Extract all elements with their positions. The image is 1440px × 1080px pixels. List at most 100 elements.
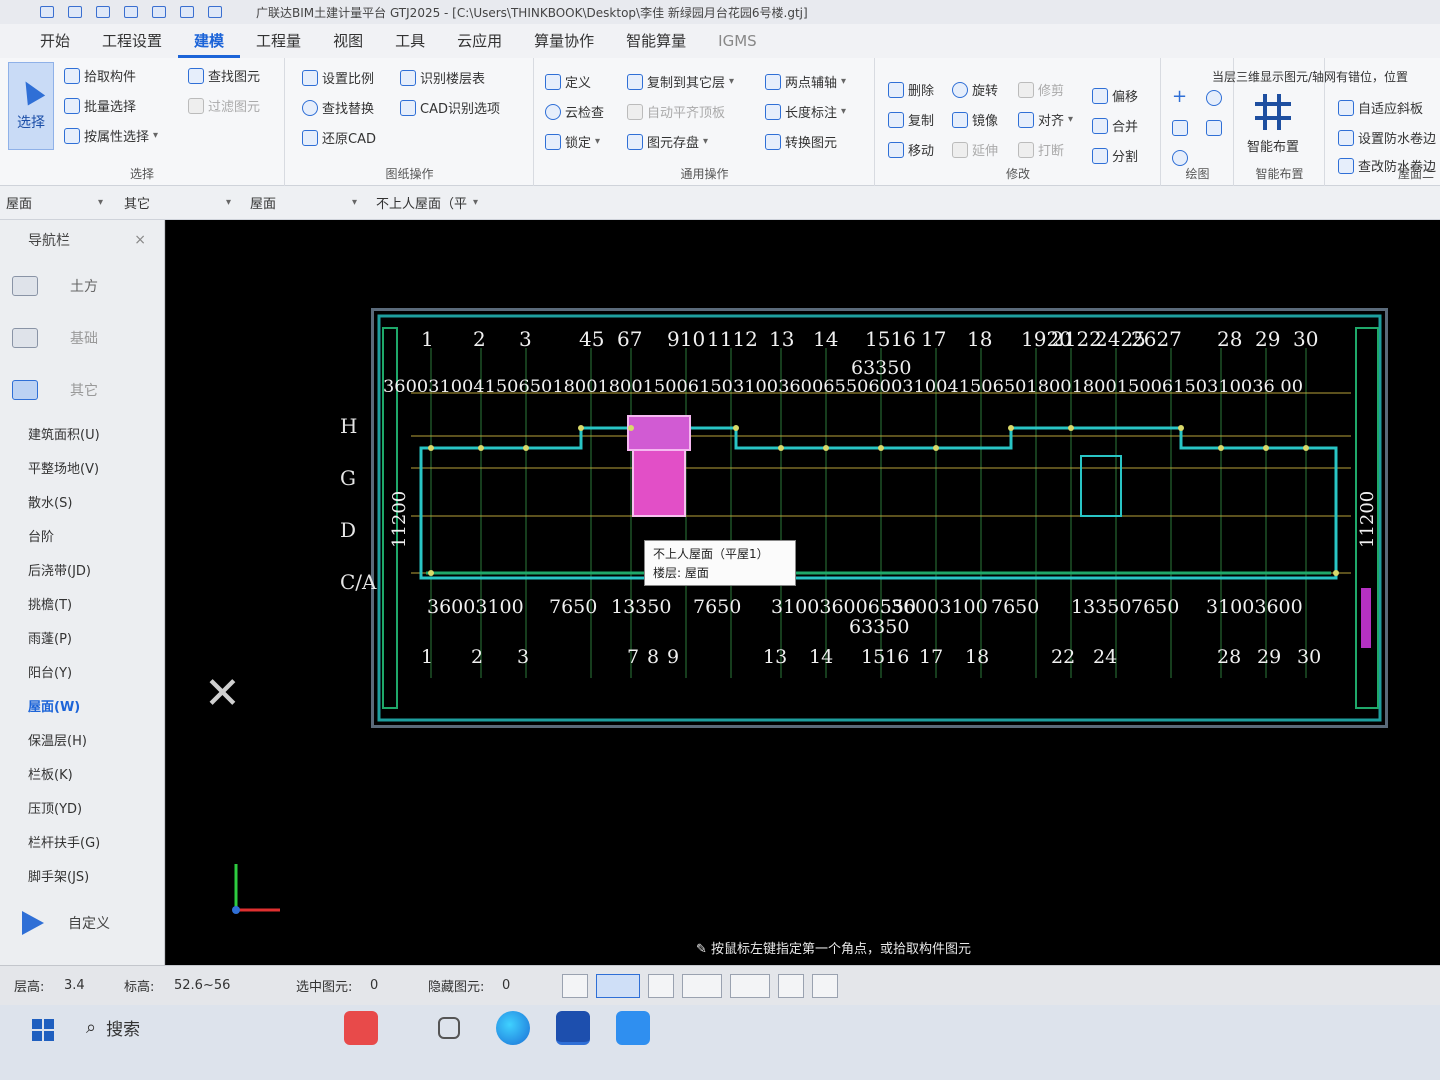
edge-browser-icon[interactable] — [496, 1011, 530, 1045]
smart-layout-button[interactable]: 智能布置 — [1247, 94, 1299, 155]
undo-icon[interactable] — [124, 6, 138, 18]
snap-cross-button[interactable] — [648, 974, 674, 998]
snap-angle-button[interactable] — [682, 974, 722, 998]
split-button[interactable]: 分割 — [1092, 146, 1138, 165]
nav-custom[interactable]: 自定义 — [22, 911, 110, 935]
snap-arc-button[interactable] — [812, 974, 838, 998]
nav-item[interactable]: 散水(S) — [0, 484, 164, 518]
nav-item[interactable]: 保温层(H) — [0, 722, 164, 756]
floor-select[interactable]: 屋面 ▾ — [6, 193, 103, 212]
drawing-canvas[interactable]: ✕ 1 2 3 45 67 910 1112 13 14 1516 17 18 … — [166, 220, 1440, 965]
new-icon[interactable] — [68, 6, 82, 18]
tab-smart-calc[interactable]: 智能算量 — [610, 24, 702, 58]
category-select[interactable]: 其它 ▾ — [124, 193, 231, 212]
copy-button[interactable]: 复制 — [888, 110, 934, 129]
restore-cad-button[interactable]: 还原CAD — [302, 128, 376, 147]
align-button[interactable]: 对齐 ▾ — [1018, 110, 1073, 129]
nav-item[interactable]: 台阶 — [0, 518, 164, 552]
nav-item[interactable]: 屋面(W) — [0, 688, 164, 722]
copy-to-floor-button[interactable]: 复制到其它层 ▾ — [627, 72, 734, 91]
tab-view[interactable]: 视图 — [317, 24, 379, 58]
circle-draw-button[interactable] — [1206, 90, 1222, 106]
tab-project-settings[interactable]: 工程设置 — [86, 24, 178, 58]
nav-category-foundation[interactable]: 基础 — [0, 312, 164, 364]
point-draw-button[interactable]: + — [1172, 88, 1188, 106]
nav-item[interactable]: 雨蓬(P) — [0, 620, 164, 654]
windows-start-icon[interactable] — [32, 1019, 54, 1041]
redo-icon[interactable] — [152, 6, 166, 18]
batch-select-button[interactable]: 批量选择 — [64, 96, 136, 115]
nav-item[interactable]: 平整场地(V) — [0, 450, 164, 484]
two-point-axis-button[interactable]: 两点辅轴 ▾ — [765, 72, 846, 91]
nav-item[interactable]: 阳台(Y) — [0, 654, 164, 688]
merge-button[interactable]: 合并 — [1092, 116, 1138, 135]
task-view-icon[interactable] — [438, 1017, 460, 1039]
find-element-button[interactable]: 查找图元 — [188, 66, 260, 85]
break-button[interactable]: 打断 — [1018, 140, 1064, 159]
nav-item[interactable]: 挑檐(T) — [0, 586, 164, 620]
nav-item[interactable]: 栏杆扶手(G) — [0, 824, 164, 858]
snap-grid-button[interactable] — [778, 974, 804, 998]
tab-igms[interactable]: IGMS — [702, 24, 773, 58]
delete-button[interactable]: 删除 — [888, 80, 934, 99]
nav-category-earthwork[interactable]: 土方 — [0, 260, 164, 312]
rotate-button[interactable]: 旋转 — [952, 80, 998, 99]
save-icon[interactable] — [40, 6, 54, 18]
tab-cloud[interactable]: 云应用 — [441, 24, 518, 58]
grid-tool-icon[interactable] — [180, 6, 194, 18]
length-dim-button[interactable]: 长度标注 ▾ — [765, 102, 846, 121]
trim-button[interactable]: 修剪 — [1018, 80, 1064, 99]
find-replace-button[interactable]: 查找替换 — [302, 98, 374, 117]
close-x-icon[interactable]: ✕ — [204, 668, 241, 719]
pick-component-button[interactable]: 拾取构件 — [64, 66, 136, 85]
set-scale-button[interactable]: 设置比例 — [302, 68, 374, 87]
save-element-button[interactable]: 图元存盘 ▾ — [627, 132, 708, 151]
tab-collaboration[interactable]: 算量协作 — [518, 24, 610, 58]
floor-tool-icon[interactable] — [208, 6, 222, 18]
nav-item[interactable]: 栏板(K) — [0, 756, 164, 790]
snap-box-button[interactable] — [596, 974, 640, 998]
arc-draw-button[interactable] — [1172, 150, 1188, 166]
widget-app-icon[interactable] — [344, 1011, 378, 1045]
identify-floor-table-button[interactable]: 识别楼层表 — [400, 68, 485, 87]
nav-item[interactable]: 建筑面积(U) — [0, 416, 164, 450]
set-waterproof-button[interactable]: 设置防水卷边 — [1338, 128, 1436, 147]
taskbar-search[interactable]: ⌕ 搜索 — [86, 1015, 140, 1040]
snap-point-button[interactable] — [730, 974, 770, 998]
mirror-button[interactable]: 镜像 — [952, 110, 998, 129]
convert-element-button[interactable]: 转换图元 — [765, 132, 837, 151]
lock-button[interactable]: 锁定 ▾ — [545, 132, 600, 151]
cad-drawing[interactable]: 1 2 3 45 67 910 1112 13 14 1516 17 18 19202122242526… — [371, 308, 1388, 728]
move-button[interactable]: 移动 — [888, 140, 934, 159]
select-button[interactable]: 选择 — [8, 62, 54, 150]
dimension-label: 7650 — [1131, 596, 1179, 618]
nav-category-other[interactable]: 其它 — [0, 364, 164, 416]
rect-draw-button[interactable] — [1206, 120, 1222, 136]
type-select[interactable]: 屋面 ▾ — [250, 193, 357, 212]
cad-options-button[interactable]: CAD识别选项 — [400, 98, 500, 117]
tab-start[interactable]: 开始 — [24, 24, 86, 58]
gtj-app-icon[interactable] — [556, 1011, 590, 1045]
define-button[interactable]: 定义 — [545, 72, 591, 91]
offset-button[interactable]: 偏移 — [1092, 86, 1138, 105]
extend-button[interactable]: 延伸 — [952, 140, 998, 159]
close-icon[interactable]: × — [134, 232, 146, 248]
select-by-attr-button[interactable]: 按属性选择 ▾ — [64, 126, 158, 145]
filter-element-button[interactable]: 过滤图元 — [188, 96, 260, 115]
nav-item[interactable]: 压顶(YD) — [0, 790, 164, 824]
snap-ortho-button[interactable] — [562, 974, 588, 998]
cloud-check-button[interactable]: 云检查 — [545, 102, 604, 121]
blue-app-icon[interactable] — [616, 1011, 650, 1045]
tab-modeling[interactable]: 建模 — [178, 24, 241, 58]
cad-options-icon — [400, 99, 416, 116]
tab-tools[interactable]: 工具 — [379, 24, 441, 58]
open-icon[interactable] — [96, 6, 110, 18]
nav-item[interactable]: 后浇带(JD) — [0, 552, 164, 586]
line-draw-button[interactable] — [1172, 120, 1188, 136]
auto-slope-button[interactable]: 自适应斜板 — [1338, 98, 1423, 117]
auto-level-button[interactable]: 自动平齐顶板 — [627, 102, 725, 121]
tab-quantities[interactable]: 工程量 — [240, 24, 317, 58]
nav-item[interactable]: 脚手架(JS) — [0, 858, 164, 892]
convert-element-label: 转换图元 — [785, 136, 838, 151]
component-select[interactable]: 不上人屋面（平 ▾ — [376, 193, 478, 212]
